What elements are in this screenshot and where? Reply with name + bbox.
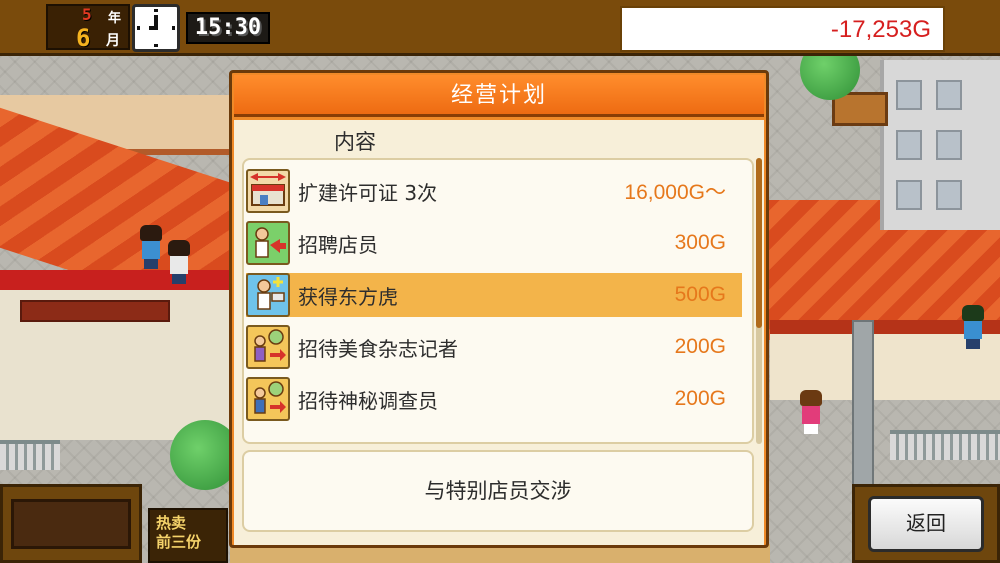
scroll-thumb[interactable] — [756, 158, 762, 328]
year-value: 5 — [82, 5, 92, 24]
panel-title: 经营计划 — [234, 75, 764, 117]
invite-food-reporter-icon — [246, 325, 290, 369]
bestseller-label-line2: 前三份 — [156, 533, 202, 551]
plan-item-price: 200G — [674, 387, 726, 410]
month-value: 6 — [76, 24, 91, 52]
plan-item-label: 招待神秘调查员 — [298, 388, 438, 413]
management-plan-panel: 经营计划 内容 扩建许可证 3次 16,000G～ 招聘店员 300G 获得东方… — [229, 70, 769, 548]
office-building — [880, 60, 1000, 230]
plan-item-acquire-staff[interactable]: 获得东方虎 500G — [246, 273, 742, 317]
plan-item-expansion-permit[interactable]: 扩建许可证 3次 16,000G～ — [246, 169, 742, 213]
fence — [890, 430, 1000, 460]
hire-staff-icon — [246, 221, 290, 265]
bottom-left-panel — [0, 484, 142, 563]
month-label: 月 — [106, 33, 120, 49]
expansion-permit-icon — [246, 169, 290, 213]
section-label: 内容 — [334, 130, 376, 154]
customer-character — [962, 305, 984, 349]
plan-item-price: 200G — [674, 335, 726, 358]
customer-character — [140, 225, 162, 269]
plan-item-price: 300G — [674, 231, 726, 254]
plan-item-invite-mystery-inspector[interactable]: 招待神秘调查员 200G — [246, 377, 742, 421]
year-label: 年 — [108, 11, 122, 26]
shop-sign — [20, 300, 170, 322]
clock-icon — [132, 4, 180, 52]
fence — [0, 440, 60, 470]
plan-item-label: 招待美食杂志记者 — [298, 336, 458, 361]
bottom-left-slot[interactable] — [11, 499, 131, 549]
plan-item-price: 500G — [674, 283, 726, 306]
bestseller-label-line1: 热卖 — [156, 514, 187, 532]
acquire-staff-icon — [246, 273, 290, 317]
plan-item-hire-staff[interactable]: 招聘店员 300G — [246, 221, 742, 265]
list-scrollbar[interactable] — [756, 158, 762, 444]
bestseller-box[interactable]: 热卖 前三份 — [148, 508, 228, 563]
panel-body: 内容 扩建许可证 3次 16,000G～ 招聘店员 300G 获得东方虎 500… — [234, 120, 764, 545]
plan-item-label: 招聘店员 — [298, 232, 378, 257]
date-display: 5 年 6 月 — [46, 4, 130, 52]
negotiate-special-staff-button[interactable]: 与特别店员交涉 — [242, 450, 754, 532]
plan-item-price: 16,000G～ — [624, 181, 726, 204]
customer-character — [168, 240, 190, 284]
game-time: 15:30 — [186, 12, 270, 44]
back-button[interactable]: 返回 — [868, 496, 984, 552]
shop-storefront — [0, 270, 240, 440]
invite-mystery-inspector-icon — [246, 377, 290, 421]
money-balance: -17,253G — [620, 6, 945, 52]
plan-item-label: 获得东方虎 — [298, 284, 398, 309]
customer-character — [800, 390, 822, 434]
plan-item-invite-food-reporter[interactable]: 招待美食杂志记者 200G — [246, 325, 742, 369]
plan-item-label: 扩建许可证 3次 — [298, 180, 438, 205]
